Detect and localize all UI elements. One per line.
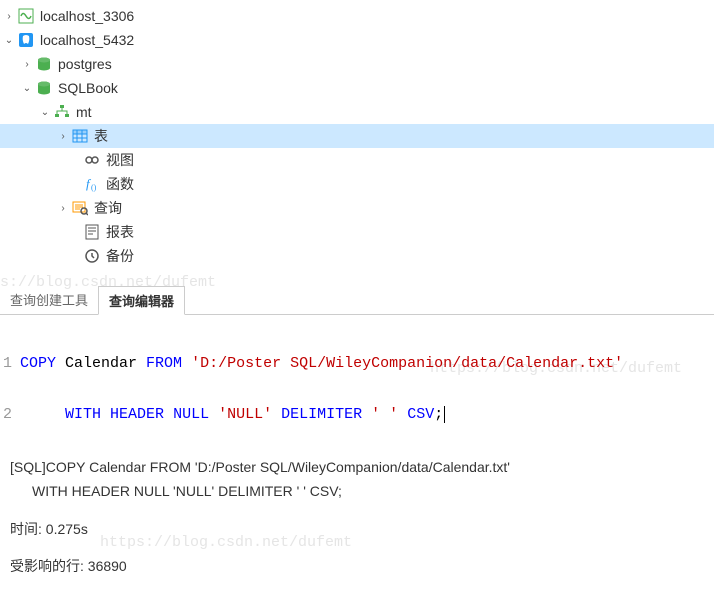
- report-icon: [84, 224, 100, 240]
- query-output: [SQL]COPY Calendar FROM 'D:/Poster SQL/W…: [0, 446, 714, 589]
- tree-item-postgres-db[interactable]: › postgres: [0, 52, 714, 76]
- tree-label: 函数: [106, 174, 134, 194]
- tree-item-views[interactable]: › 视图: [0, 148, 714, 172]
- connection-tree: › localhost_3306 ⌄ localhost_5432 › post…: [0, 0, 714, 272]
- editor-cursor: [444, 406, 445, 423]
- tree-item-functions[interactable]: › f() 函数: [0, 172, 714, 196]
- tree-item-backups[interactable]: › 备份: [0, 244, 714, 268]
- collapse-arrow-icon[interactable]: ⌄: [2, 35, 16, 46]
- table-icon: [72, 128, 88, 144]
- output-sql-line-1: [SQL]COPY Calendar FROM 'D:/Poster SQL/W…: [10, 456, 704, 480]
- schema-icon: [54, 104, 70, 120]
- query-tabs: 查询创建工具 查询编辑器: [0, 286, 714, 315]
- output-sql-line-2: WITH HEADER NULL 'NULL' DELIMITER ' ' CS…: [10, 480, 704, 504]
- tree-item-sqlbook-db[interactable]: ⌄ SQLBook: [0, 76, 714, 100]
- expand-arrow-icon[interactable]: ›: [56, 203, 70, 214]
- code-line-2: 2 WITH HEADER NULL 'NULL' DELIMITER ' ' …: [0, 406, 714, 423]
- tree-item-tables[interactable]: › 表: [0, 124, 714, 148]
- tree-label: 视图: [106, 150, 134, 170]
- tree-label: SQLBook: [58, 80, 118, 96]
- output-time: 时间: 0.275s: [10, 518, 704, 542]
- tree-item-localhost-3306[interactable]: › localhost_3306: [0, 4, 714, 28]
- tab-query-builder[interactable]: 查询创建工具: [0, 286, 98, 314]
- tree-item-localhost-5432[interactable]: ⌄ localhost_5432: [0, 28, 714, 52]
- code-line-1: 1 COPY Calendar FROM 'D:/Poster SQL/Wile…: [0, 355, 714, 372]
- expand-arrow-icon[interactable]: ›: [2, 11, 16, 22]
- tree-label: postgres: [58, 56, 112, 72]
- database-icon: [36, 80, 52, 96]
- tree-label: localhost_3306: [40, 8, 134, 24]
- tree-label: 查询: [94, 198, 122, 218]
- line-number: 2: [0, 406, 20, 423]
- tree-label: 表: [94, 126, 108, 146]
- view-icon: [84, 152, 100, 168]
- tree-label: localhost_5432: [40, 32, 134, 48]
- collapse-arrow-icon[interactable]: ⌄: [38, 107, 52, 118]
- database-icon: [36, 56, 52, 72]
- output-affected-rows: 受影响的行: 36890: [10, 555, 704, 579]
- mysql-connection-icon: [18, 8, 34, 24]
- line-number: 1: [0, 355, 20, 372]
- collapse-arrow-icon[interactable]: ⌄: [20, 83, 34, 94]
- expand-arrow-icon[interactable]: ›: [56, 131, 70, 142]
- postgres-connection-icon: [18, 32, 34, 48]
- tree-item-queries[interactable]: › 查询: [0, 196, 714, 220]
- function-icon: f(): [84, 176, 100, 192]
- backup-icon: [84, 248, 100, 264]
- tree-label: mt: [76, 104, 92, 120]
- tab-query-editor[interactable]: 查询编辑器: [98, 286, 185, 315]
- sql-editor[interactable]: 1 COPY Calendar FROM 'D:/Poster SQL/Wile…: [0, 315, 714, 446]
- tree-item-reports[interactable]: › 报表: [0, 220, 714, 244]
- tree-item-schema-mt[interactable]: ⌄ mt: [0, 100, 714, 124]
- tree-label: 备份: [106, 246, 134, 266]
- expand-arrow-icon[interactable]: ›: [20, 59, 34, 70]
- tree-label: 报表: [106, 222, 134, 242]
- query-icon: [72, 200, 88, 216]
- svg-text:(): (): [91, 183, 97, 192]
